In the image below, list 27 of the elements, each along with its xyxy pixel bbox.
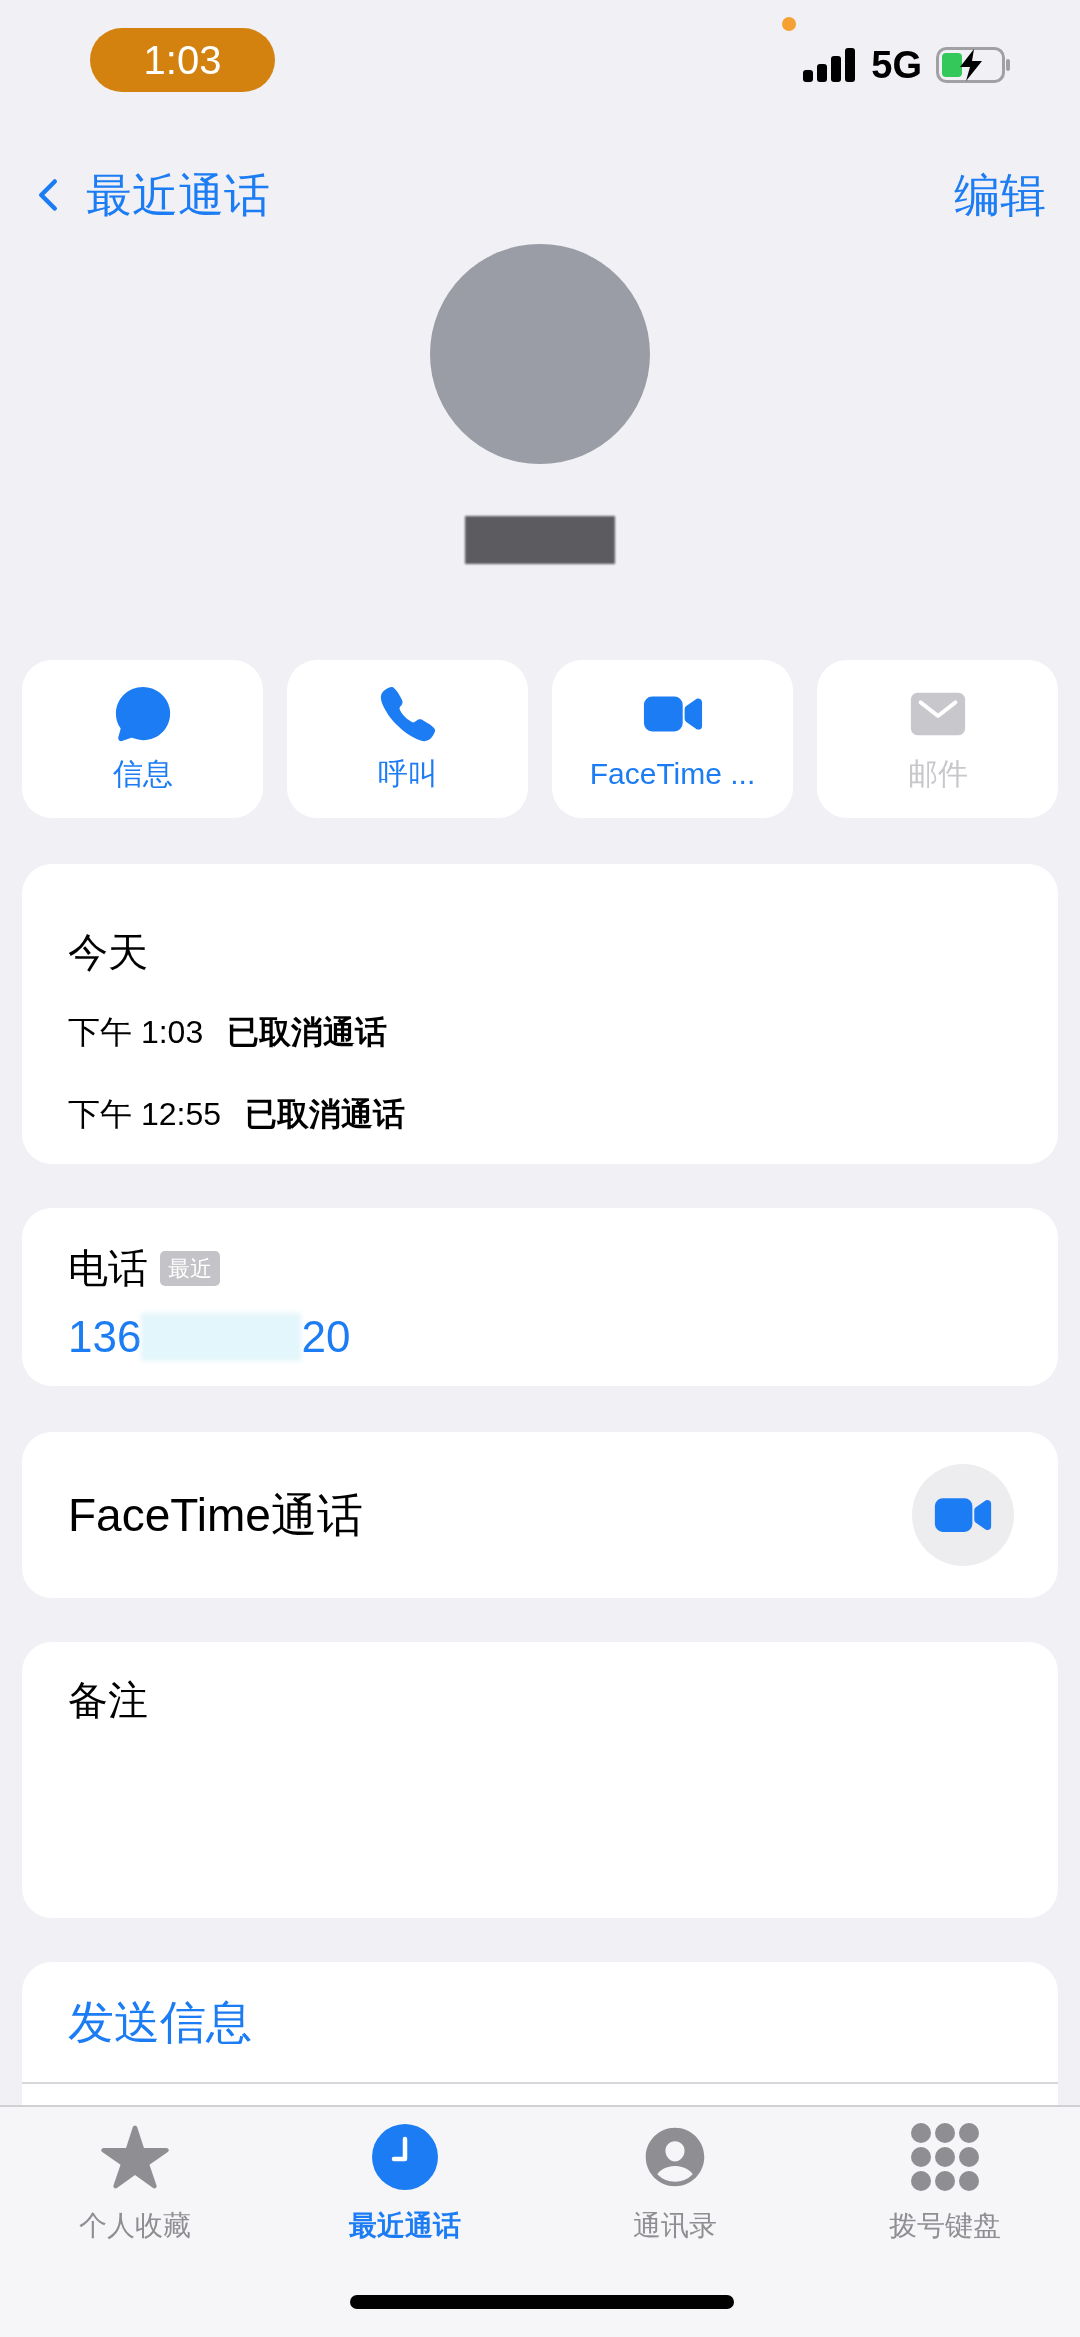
network-label: 5G <box>871 42 922 88</box>
phone-label: 电话 <box>68 1245 148 1292</box>
tab-item[interactable]: 最近通话 <box>270 2119 540 2257</box>
call-status: 已取消通话 <box>227 1013 388 1052</box>
phone-number-start[interactable]: 136 <box>68 1304 142 1370</box>
tab-item[interactable]: 个人收藏 <box>0 2119 270 2257</box>
action-button[interactable]: 呼叫 <box>287 660 528 818</box>
recent-badge: 最近 <box>160 1250 220 1286</box>
tab-item[interactable]: 通讯录 <box>540 2119 810 2257</box>
status-time: 1:03 <box>90 28 275 92</box>
action-button[interactable]: FaceTime ... <box>552 660 793 818</box>
call-time: 下午 12:55 <box>68 1095 221 1134</box>
facetime-label: FaceTime通话 <box>68 1487 363 1543</box>
tab-item[interactable]: 拨号键盘 <box>810 2119 1080 2257</box>
notes-label: 备注 <box>68 1678 148 1722</box>
privacy-indicator-icon <box>782 17 796 31</box>
clock-icon <box>372 2124 438 2190</box>
call-status: 已取消通话 <box>244 1095 405 1134</box>
action-button[interactable]: 信息 <box>22 660 263 818</box>
back-button[interactable]: 最近通话 <box>24 160 270 230</box>
phone-number-end[interactable]: 20 <box>301 1304 351 1370</box>
keypad-icon <box>911 2123 979 2191</box>
battery-charging-icon <box>936 47 1012 83</box>
edit-button[interactable]: 编辑 <box>954 160 1056 230</box>
date-heading: 今天 <box>68 929 149 976</box>
signal-icon <box>803 48 858 82</box>
call-time: 下午 1:03 <box>68 1013 204 1052</box>
